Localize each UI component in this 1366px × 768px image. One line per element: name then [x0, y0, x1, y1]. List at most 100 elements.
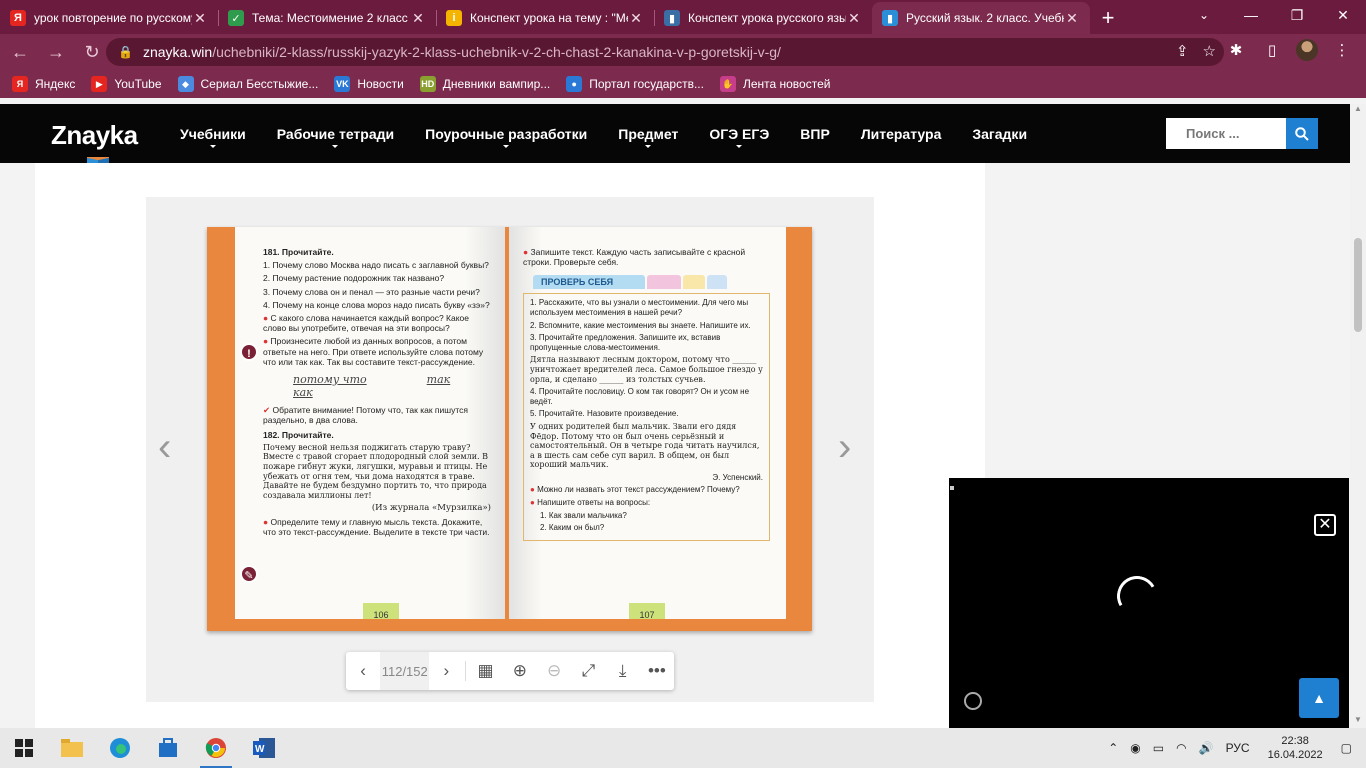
download-icon[interactable]: ⤓ — [606, 652, 640, 690]
task-line: ● Напишите ответы на вопросы: — [530, 498, 651, 508]
tab-strip: Яурок повторение по русскому ✕ ✓ Тема: Мест… — [0, 0, 1366, 34]
search-input[interactable]: Поиск ... — [1166, 118, 1286, 149]
windows-start-icon[interactable] — [0, 728, 48, 768]
bookmark-item[interactable]: HD Дневники вампир... — [419, 76, 551, 92]
site-menu: Учебники Рабочие тетради Поурочные разрабо… — [180, 104, 1027, 163]
zoom-in-icon[interactable]: ⊕ — [503, 652, 537, 690]
check-question: 1. Расскажите, что вы узнали о местоимен… — [530, 298, 749, 317]
site-menu-item[interactable]: Поурочные разработки — [425, 126, 587, 148]
tab-close-icon[interactable]: ✕ — [846, 10, 862, 27]
svg-text:W: W — [255, 744, 265, 755]
tray-chevron-icon[interactable]: ⌃ — [1108, 741, 1118, 755]
menu-kebab-icon[interactable]: ⋮ — [1330, 38, 1354, 62]
webcam-icon[interactable]: ◉ — [1130, 741, 1140, 755]
page-counter[interactable]: 112/152 — [380, 652, 430, 690]
share-icon[interactable]: ⇪ — [1176, 42, 1189, 60]
forward-icon[interactable]: → — [40, 36, 72, 68]
bookmark-item[interactable]: ◆ Сериал Бесстыжие... — [177, 76, 318, 92]
task-line: ● Можно ли назвать этот текст рассуждени… — [530, 485, 740, 495]
address-bar[interactable]: 🔒 znayka.win/uchebniki/2-klass/russkij-y… — [106, 38, 1224, 66]
site-menu-item[interactable]: ВПР — [800, 126, 830, 142]
browser-tab[interactable]: i Конспект урока на тему : "Мест ✕ — [436, 2, 654, 34]
browser-tab[interactable]: Яурок повторение по русскому ✕ — [0, 2, 218, 34]
zoom-out-icon[interactable]: ⊖ — [537, 652, 571, 690]
site-menu-item[interactable]: Загадки — [972, 126, 1027, 142]
source-line: (Из журнала «Мурзилка») — [371, 503, 491, 514]
site-menu-item[interactable]: ОГЭ ЕГЭ — [709, 126, 769, 148]
circle-icon[interactable] — [964, 692, 982, 710]
check-question: 5. Прочитайте. Назовите произведение. — [530, 409, 679, 419]
bookmark-favicon-icon: ▶ — [91, 76, 108, 92]
clock[interactable]: 22:38 16.04.2022 — [1268, 734, 1323, 762]
chrome-icon[interactable] — [192, 728, 240, 768]
side-panel-icon[interactable]: ▯ — [1260, 38, 1284, 62]
word-icon[interactable]: W — [240, 728, 288, 768]
notifications-icon[interactable]: ▢ — [1341, 741, 1352, 755]
tab-title: Конспект урока русского языка — [688, 11, 846, 25]
clock-date: 16.04.2022 — [1267, 749, 1323, 761]
browser-tab[interactable]: ▮ Конспект урока русского языка ✕ — [654, 2, 872, 34]
exclamation-icon: ! — [240, 343, 258, 361]
browser-tab[interactable]: ▮ Русский язык. 2 класс. Учебник ✕ — [872, 2, 1090, 34]
extensions-icon[interactable]: ✱ — [1224, 38, 1248, 62]
tab-close-icon[interactable]: ✕ — [1064, 10, 1080, 27]
search-button[interactable] — [1286, 118, 1318, 149]
page-scrollbar[interactable]: ▲ ▼ — [1350, 104, 1366, 728]
bookmark-item[interactable]: Я Яндекс — [12, 76, 75, 92]
web-content: Znayka Учебники Рабочие тетради Поурочные … — [0, 98, 1366, 728]
scroll-to-top-button[interactable]: ▲ — [1299, 678, 1339, 718]
restore-icon[interactable]: ❐ — [1274, 0, 1320, 30]
more-icon[interactable]: ••• — [640, 652, 674, 690]
tab-close-icon[interactable]: ✕ — [628, 10, 644, 27]
bookmark-label: Портал государств... — [589, 77, 704, 91]
attention-note: ✔ Обратите внимание! Потому что, так как… — [263, 405, 468, 426]
bookmark-item[interactable]: ✋ Лента новостей — [719, 76, 830, 92]
right-page: ● Запишите текст. Каждую часть записывай… — [509, 227, 786, 619]
edge-icon[interactable] — [96, 728, 144, 768]
wifi-icon[interactable]: ◠ — [1176, 741, 1186, 755]
prev-page-arrow-icon[interactable]: ‹ — [158, 425, 171, 470]
site-logo[interactable]: Znayka — [26, 120, 138, 175]
bookmark-item[interactable]: ▶ YouTube — [91, 76, 162, 92]
tab-favicon-icon: Я — [10, 10, 26, 26]
new-tab-button[interactable]: + — [1090, 2, 1126, 34]
profile-avatar[interactable] — [1296, 39, 1318, 61]
store-icon[interactable] — [144, 728, 192, 768]
volume-icon[interactable]: 🔊 — [1199, 741, 1214, 755]
site-menu-item[interactable]: Предмет — [618, 126, 678, 148]
next-page-icon[interactable]: › — [429, 652, 463, 690]
bookmark-favicon-icon: ● — [566, 76, 583, 92]
fullscreen-icon[interactable]: ⤢ — [571, 652, 605, 690]
task-line: ● Запишите текст. Каждую часть записывай… — [523, 247, 746, 268]
next-page-arrow-icon[interactable]: › — [838, 425, 851, 470]
tab-close-icon[interactable]: ✕ — [410, 10, 426, 27]
loading-spinner-icon — [1112, 571, 1162, 621]
bookmark-item[interactable]: VK Новости — [334, 76, 404, 92]
prev-page-icon[interactable]: ‹ — [346, 652, 380, 690]
bookmark-favicon-icon: HD — [419, 76, 436, 92]
tab-search-chevron-icon[interactable]: ⌄ — [1186, 0, 1222, 30]
site-menu-item[interactable]: Учебники — [180, 126, 246, 148]
reload-icon[interactable]: ↻ — [76, 36, 108, 68]
grid-view-icon[interactable]: ▦ — [468, 652, 502, 690]
tab-close-icon[interactable]: ✕ — [192, 10, 208, 27]
close-video-icon[interactable]: ✕ — [1314, 514, 1336, 536]
site-menu-item[interactable]: Рабочие тетради — [277, 126, 394, 148]
browser-tab[interactable]: ✓ Тема: Местоимение 2 класс ✕ — [218, 2, 436, 34]
bookmark-item[interactable]: ● Портал государств... — [566, 76, 704, 92]
logo-text: Znayka — [51, 120, 138, 150]
site-menu-item[interactable]: Литература — [861, 126, 942, 142]
input-language[interactable]: РУС — [1226, 741, 1250, 755]
bookmark-label: Дневники вампир... — [442, 77, 551, 91]
minimize-icon[interactable]: — — [1228, 0, 1274, 30]
task-line: ● С какого слова начинается каждый вопро… — [263, 312, 469, 334]
handwriting-sample: потому что так как — [293, 372, 451, 400]
close-window-icon[interactable]: ✕ — [1320, 0, 1366, 30]
battery-icon[interactable]: ▭ — [1153, 741, 1164, 755]
file-explorer-icon[interactable] — [48, 728, 96, 768]
check-subquestion: 1. Как звали мальчика? — [540, 510, 627, 520]
lock-icon[interactable]: 🔒 — [118, 45, 133, 59]
floating-video-player[interactable]: ✕ — [949, 478, 1349, 728]
back-icon[interactable]: ← — [4, 36, 36, 68]
bookmark-star-icon[interactable]: ☆ — [1203, 42, 1216, 60]
